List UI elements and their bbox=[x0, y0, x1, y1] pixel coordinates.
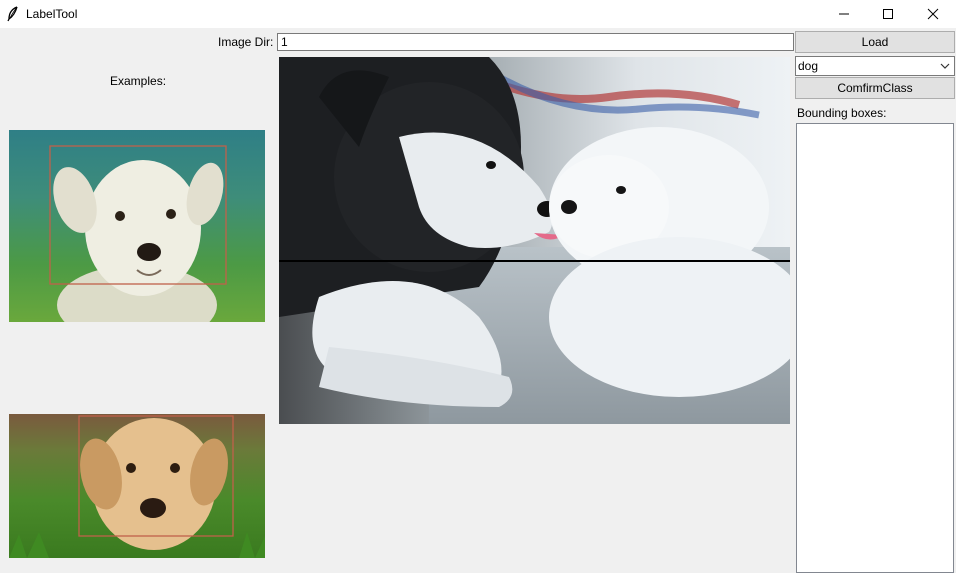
chevron-down-icon bbox=[940, 63, 950, 69]
confirm-class-button[interactable]: ComfirmClass bbox=[795, 77, 955, 99]
minimize-icon bbox=[839, 13, 849, 15]
bounding-boxes-label: Bounding boxes: bbox=[797, 106, 887, 120]
window-title: LabelTool bbox=[26, 7, 78, 21]
close-button[interactable] bbox=[910, 0, 956, 28]
close-icon bbox=[927, 8, 939, 20]
example-image-puppy-golden bbox=[9, 414, 265, 558]
maximize-icon bbox=[883, 9, 893, 19]
class-select-value: dog bbox=[798, 59, 819, 73]
image-dir-input[interactable]: 1 bbox=[277, 33, 794, 51]
example-image-puppy-white bbox=[9, 130, 265, 322]
class-select[interactable]: dog bbox=[795, 56, 955, 76]
load-button[interactable]: Load bbox=[795, 31, 955, 53]
examples-label: Examples: bbox=[110, 74, 167, 88]
feather-icon bbox=[7, 6, 18, 22]
bounding-boxes-list[interactable] bbox=[796, 123, 954, 573]
minimize-button[interactable] bbox=[821, 0, 867, 28]
maximize-button[interactable] bbox=[865, 0, 911, 28]
main-image-canvas[interactable] bbox=[279, 57, 790, 424]
image-dir-label: Image Dir: bbox=[218, 35, 274, 49]
title-bar: LabelTool bbox=[0, 0, 956, 28]
